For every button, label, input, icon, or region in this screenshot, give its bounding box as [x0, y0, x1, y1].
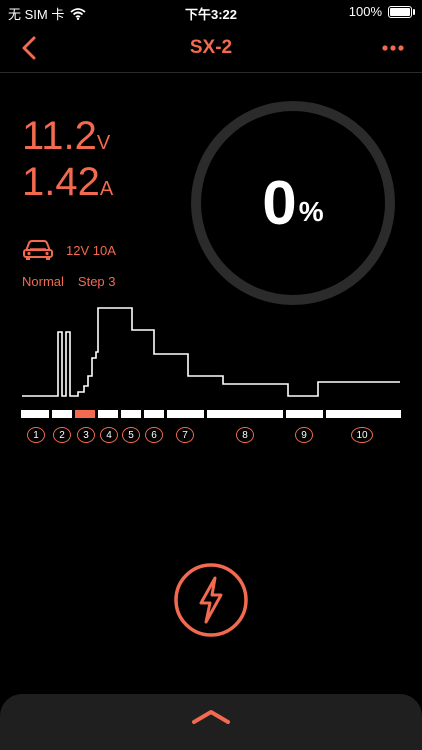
percentage-value: 0 — [262, 168, 297, 238]
voltage-value: 11.2 — [22, 114, 97, 158]
step-segment-4 — [98, 410, 118, 418]
navigation-bar: SX-2 — [0, 26, 422, 73]
step-number-1: 1 — [27, 427, 45, 443]
charge-percentage: 0% — [188, 98, 398, 308]
battery-percent: 100% — [348, 4, 382, 19]
current-reading: 1.42A — [22, 160, 113, 205]
current-unit: A — [99, 178, 114, 200]
car-icon — [23, 240, 53, 260]
step-segment-5 — [121, 410, 141, 418]
step-number-8: 8 — [236, 427, 254, 443]
step-number-7: 7 — [176, 427, 194, 443]
step-number-3: 3 — [77, 427, 95, 443]
voltage-reading: 11.2V — [22, 114, 110, 159]
mode-step: Step 3 — [77, 274, 116, 289]
bottom-drawer[interactable] — [0, 694, 422, 750]
step-number-4: 4 — [100, 427, 118, 443]
more-options-icon[interactable] — [378, 36, 408, 60]
step-segment-7 — [167, 410, 204, 418]
step-segment-6 — [144, 410, 164, 418]
current-value: 1.42 — [22, 160, 100, 204]
percentage-sign: % — [298, 196, 324, 227]
charge-profile-graph — [22, 307, 400, 397]
step-segment-9 — [286, 410, 323, 418]
status-bar: 无 SIM 卡 下午3:22 100% — [0, 0, 422, 24]
device-title: SX-2 — [189, 37, 233, 58]
step-segment-2 — [52, 410, 72, 418]
vehicle-row: 12V 10A — [22, 238, 116, 262]
step-number-6: 6 — [145, 427, 163, 443]
status-right: 100% — [348, 4, 415, 19]
mode-row: Normal Step 3 — [22, 274, 116, 289]
voltage-unit: V — [96, 132, 111, 154]
step-number-10: 10 — [351, 427, 373, 443]
battery-icon — [388, 5, 415, 18]
step-number-2: 2 — [53, 427, 71, 443]
chevron-up-icon[interactable] — [188, 706, 234, 726]
step-number-5: 5 — [122, 427, 140, 443]
charge-button[interactable] — [173, 562, 249, 638]
step-segment-1 — [21, 410, 49, 418]
mode-name: Normal — [22, 274, 64, 289]
step-segment-3 — [75, 410, 95, 418]
step-segment-10 — [326, 410, 401, 418]
lightning-bolt-icon — [199, 576, 223, 624]
step-number-9: 9 — [295, 427, 313, 443]
step-progress-bar — [21, 410, 401, 418]
step-number-row: 1 2 3 4 5 6 7 8 9 10 — [0, 427, 422, 447]
step-segment-8 — [207, 410, 283, 418]
vehicle-spec: 12V 10A — [66, 242, 116, 258]
